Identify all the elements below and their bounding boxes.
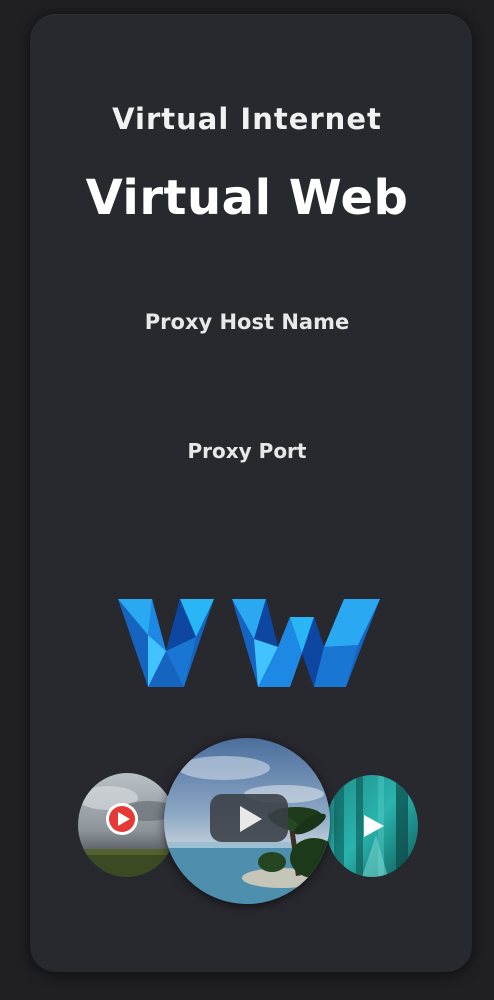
screen: Virtual Internet Virtual Web Proxy Host … (0, 0, 494, 1000)
proxy-host-name-field[interactable]: Proxy Host Name (0, 310, 494, 334)
app-subtitle: Virtual Internet (112, 102, 382, 136)
youtube-play-icon (106, 803, 138, 835)
app-title: Virtual Web (85, 170, 409, 226)
proxy-port-field[interactable]: Proxy Port (0, 439, 494, 463)
media-thumbnail-right[interactable] (326, 775, 418, 877)
media-thumbnail-center[interactable] (164, 738, 330, 904)
video-play-icon (210, 794, 288, 842)
vw-logo-icon (118, 599, 380, 687)
media-thumbnail-left[interactable] (78, 773, 176, 877)
